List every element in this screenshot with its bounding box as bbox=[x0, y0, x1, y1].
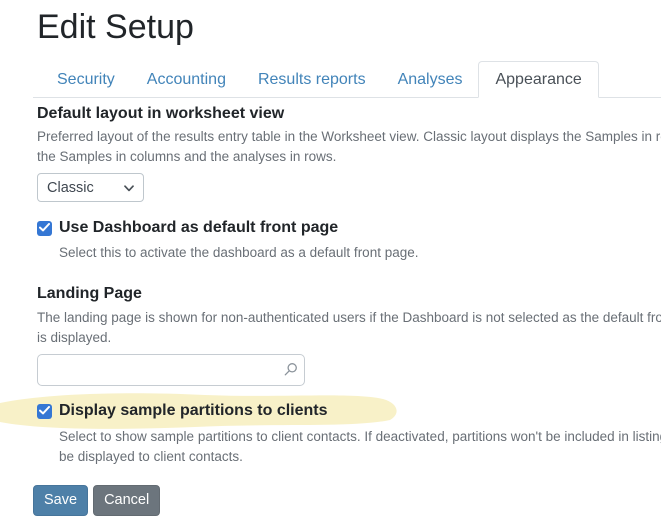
tab-analyses[interactable]: Analyses bbox=[382, 62, 479, 97]
sample-partitions-row: Display sample partitions to clients bbox=[37, 403, 661, 419]
selected-option-label: Classic bbox=[47, 180, 94, 196]
tab-appearance[interactable]: Appearance bbox=[478, 61, 598, 98]
sample-partitions-label: Display sample partitions to clients bbox=[59, 403, 328, 419]
sample-partitions-checkbox[interactable] bbox=[37, 404, 52, 419]
settings-tab-bar: Security Accounting Results reports Anal… bbox=[33, 61, 661, 98]
sample-partitions-description: Select to show sample partitions to clie… bbox=[59, 427, 661, 467]
dashboard-front-page-checkbox[interactable] bbox=[37, 221, 52, 236]
chevron-down-icon bbox=[124, 180, 134, 196]
worksheet-layout-section: Default layout in worksheet view Preferr… bbox=[33, 105, 661, 467]
worksheet-layout-description: Preferred layout of the results entry ta… bbox=[37, 127, 661, 167]
description-line: be displayed to client contacts. bbox=[59, 447, 661, 467]
description-line: Preferred layout of the results entry ta… bbox=[37, 127, 661, 147]
description-line: Select to show sample partitions to clie… bbox=[59, 427, 661, 447]
tab-security[interactable]: Security bbox=[41, 62, 131, 97]
page-title: Edit Setup bbox=[37, 8, 661, 47]
checkmark-icon bbox=[39, 219, 50, 237]
description-line: is displayed. bbox=[37, 328, 661, 348]
landing-page-search-input[interactable] bbox=[37, 354, 305, 386]
tab-results-reports[interactable]: Results reports bbox=[242, 62, 382, 97]
dashboard-front-page-label: Use Dashboard as default front page bbox=[59, 220, 338, 236]
landing-page-heading: Landing Page bbox=[37, 285, 661, 303]
checkmark-icon bbox=[39, 402, 50, 420]
description-line: The landing page is shown for non-authen… bbox=[37, 308, 661, 328]
sample-partitions-section: Display sample partitions to clients Sel… bbox=[37, 403, 661, 467]
worksheet-layout-select[interactable]: Classic bbox=[37, 173, 144, 202]
tab-accounting[interactable]: Accounting bbox=[131, 62, 242, 97]
landing-page-description: The landing page is shown for non-authen… bbox=[37, 308, 661, 348]
cancel-button[interactable]: Cancel bbox=[93, 485, 160, 516]
dashboard-front-page-description: Select this to activate the dashboard as… bbox=[59, 243, 661, 263]
edit-setup-page: Edit Setup Security Accounting Results r… bbox=[33, 0, 661, 516]
form-actions: Save Cancel bbox=[33, 485, 661, 516]
save-button[interactable]: Save bbox=[33, 485, 88, 516]
description-line: the Samples in columns and the analyses … bbox=[37, 147, 661, 167]
landing-page-search-box bbox=[37, 354, 305, 386]
worksheet-layout-heading: Default layout in worksheet view bbox=[37, 105, 661, 123]
dashboard-front-page-row: Use Dashboard as default front page bbox=[37, 220, 661, 236]
